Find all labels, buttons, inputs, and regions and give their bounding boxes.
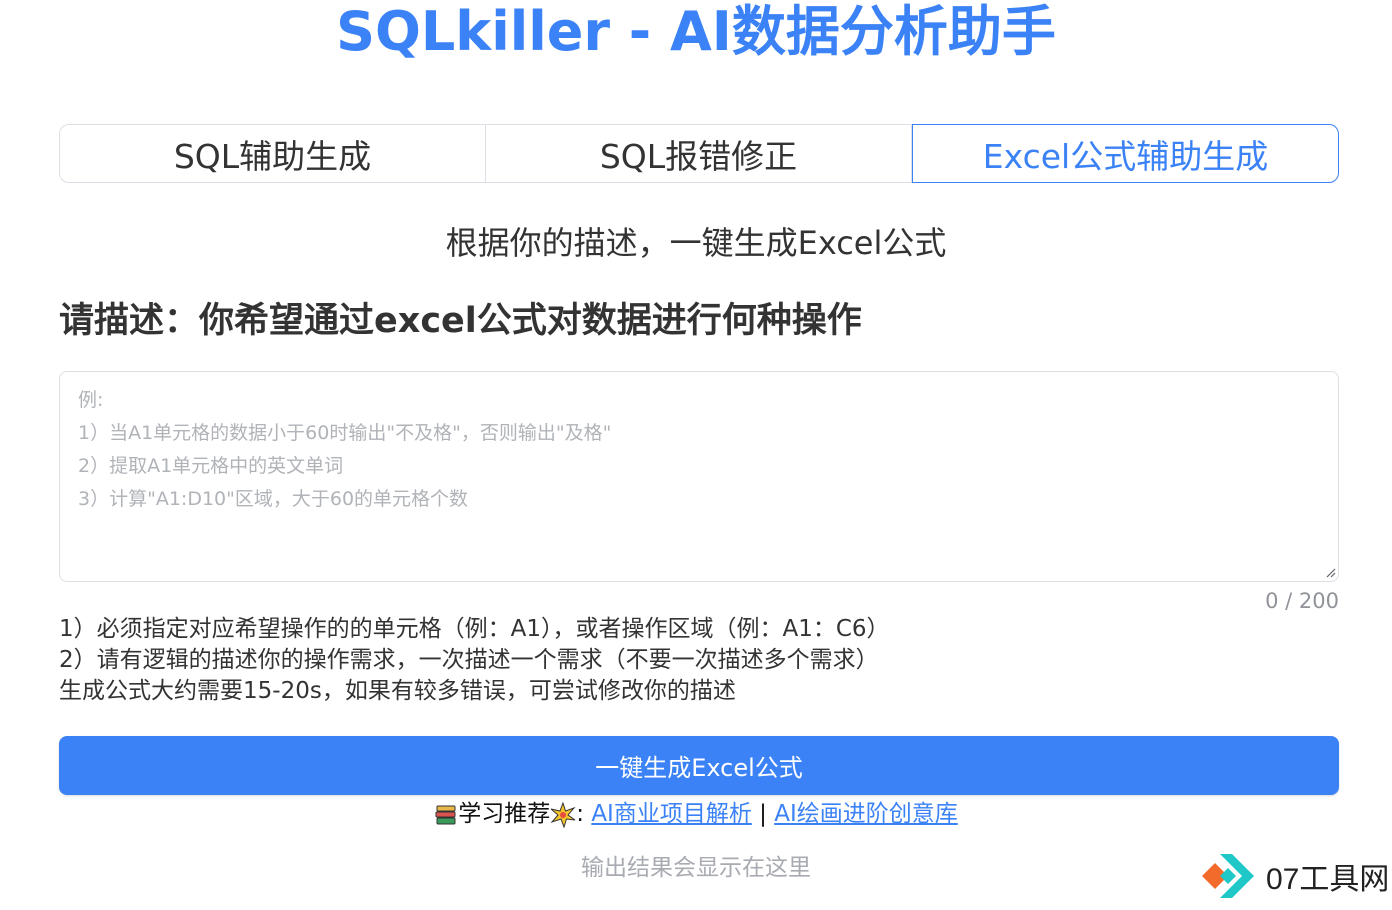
books-icon — [435, 805, 456, 824]
instruction-line: 生成公式大约需要15-20s，如果有较多错误，可尝试修改你的描述 — [59, 678, 736, 704]
instruction-line: 1）必须指定对应希望操作的的单元格（例：A1），或者操作区域（例：A1：C6） — [59, 616, 890, 642]
watermark: 07工具网 — [1198, 848, 1389, 904]
tab-sql-generate[interactable]: SQL辅助生成 — [59, 124, 486, 183]
recommend-label: 学习推荐 — [458, 801, 551, 827]
link-ai-business[interactable]: AI商业项目解析 — [591, 801, 752, 827]
tab-bar: SQL辅助生成 SQL报错修正 Excel公式辅助生成 — [59, 124, 1339, 183]
output-placeholder: 输出结果会显示在这里 — [581, 855, 811, 881]
page: SQLkiller - AI数据分析助手 SQL辅助生成 SQL报错修正 Exc… — [0, 0, 1392, 910]
recommend-colon: : — [576, 801, 584, 827]
sparkle-burst-icon — [550, 801, 576, 828]
app-title: SQLkiller - AI数据分析助手 — [336, 0, 1056, 63]
link-ai-drawing[interactable]: AI绘画进阶创意库 — [774, 801, 958, 827]
char-counter: 0 / 200 — [1265, 589, 1339, 613]
page-subtitle: 根据你的描述，一键生成Excel公式 — [445, 224, 947, 262]
prompt-heading: 请描述：你希望通过excel公式对数据进行何种操作 — [59, 301, 862, 341]
tab-excel-formula[interactable]: Excel公式辅助生成 — [912, 124, 1339, 183]
recommend-row: 学习推荐 : AI商业项目解析 | AI绘画进阶创意库 — [0, 797, 1392, 831]
tab-sql-fix[interactable]: SQL报错修正 — [486, 124, 912, 183]
resize-handle-icon[interactable] — [1324, 566, 1336, 578]
generate-formula-button[interactable]: 一键生成Excel公式 — [59, 736, 1339, 795]
description-input[interactable] — [59, 371, 1339, 582]
instruction-line: 2）请有逻辑的描述你的操作需求，一次描述一个需求（不要一次描述多个需求） — [59, 647, 879, 673]
instructions: 1）必须指定对应希望操作的的单元格（例：A1），或者操作区域（例：A1：C6） … — [59, 614, 890, 707]
watermark-text: 07工具网 — [1266, 863, 1390, 896]
watermark-logo-icon — [1202, 854, 1254, 898]
link-separator: | — [759, 801, 767, 827]
